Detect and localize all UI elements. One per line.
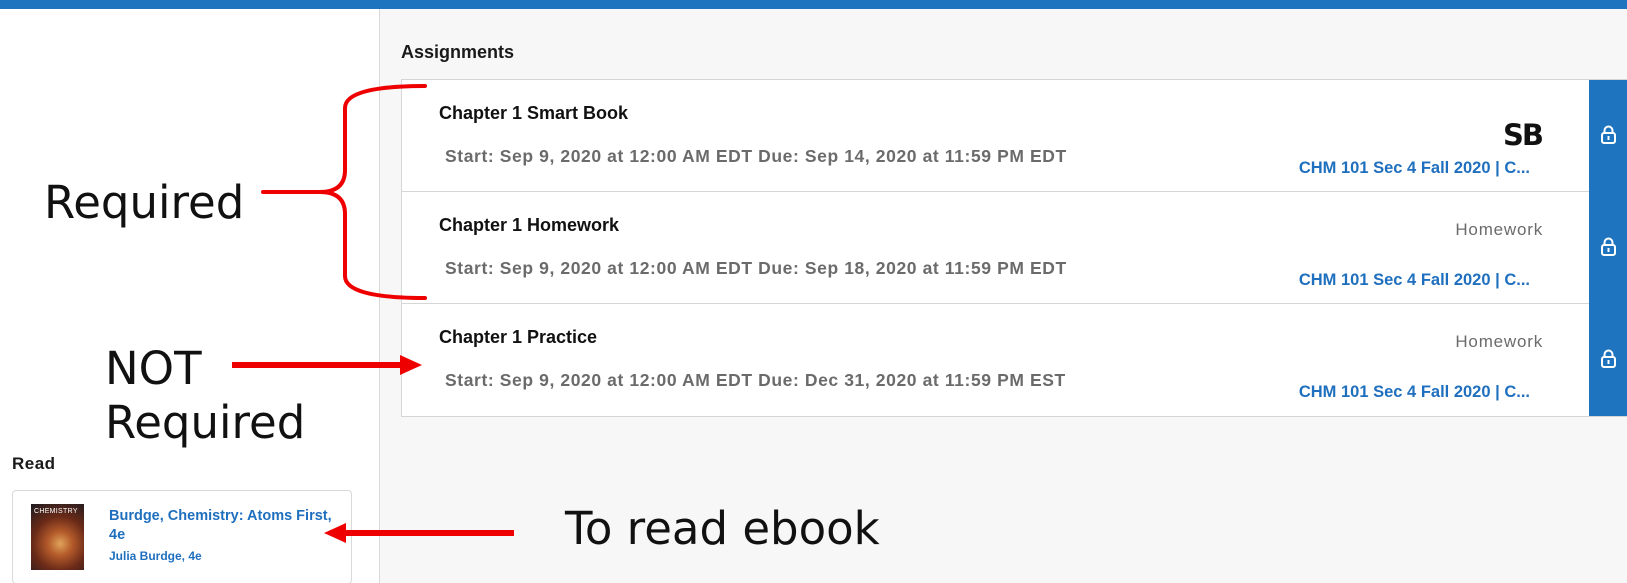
read-ebook-arrowhead	[324, 523, 346, 543]
annotation-overlay	[232, 84, 514, 543]
annotation-not-line1: NOT	[105, 342, 202, 395]
not-required-arrowhead	[400, 355, 422, 375]
annotation-read-ebook: To read ebook	[565, 502, 880, 555]
annotation-not-required: NOT Required	[105, 342, 305, 450]
annotation-required: Required	[44, 176, 245, 229]
required-brace	[319, 84, 427, 300]
annotation-not-line2: Required	[105, 396, 306, 449]
